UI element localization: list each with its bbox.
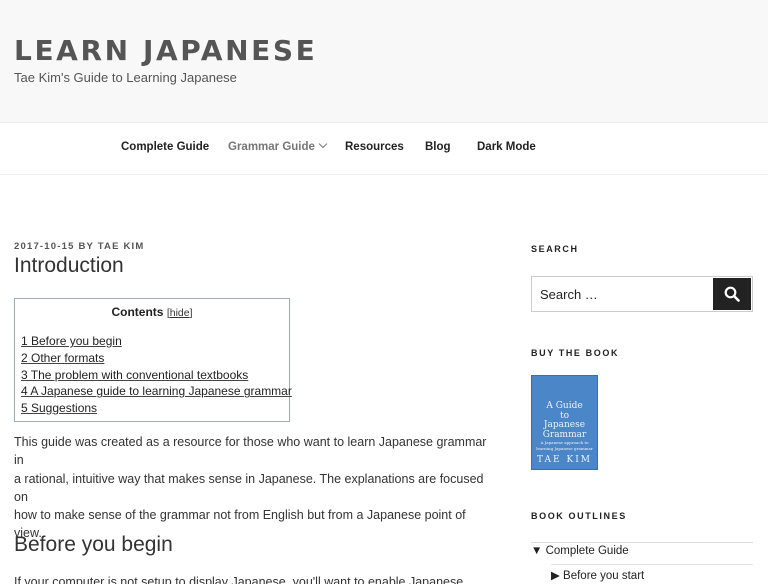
toc-list: 1 Before you begin 2 Other formats 3 The… — [21, 333, 292, 417]
outline-item-complete-guide[interactable]: ▼ Complete Guide — [531, 545, 629, 557]
toc-link-suggestions[interactable]: 5 Suggestions — [21, 401, 97, 415]
post-date[interactable]: 2017-10-15 — [14, 241, 75, 252]
site-title[interactable]: LEARN JAPANESE — [14, 34, 317, 67]
chevron-down-icon — [318, 139, 328, 149]
toc-item: 1 Before you begin — [21, 333, 292, 350]
search-form — [531, 276, 753, 312]
toc-item: 2 Other formats — [21, 350, 292, 367]
toc-link-japanese-guide[interactable]: 4 A Japanese guide to learning Japanese … — [21, 384, 292, 398]
book-cover-image[interactable]: A Guide to Japanese Grammar A Japanese a… — [531, 375, 598, 470]
toc-link-other-formats[interactable]: 2 Other formats — [21, 351, 104, 365]
nav-item-complete-guide[interactable]: Complete Guide — [121, 141, 209, 153]
book-subtitle: learning Japanese grammar — [536, 445, 593, 451]
book-outlines-widget-title: BOOK OUTLINES — [531, 511, 627, 521]
book-subtitle: A Japanese approach to — [540, 440, 589, 445]
toc-item: 5 Suggestions — [21, 400, 292, 417]
book-author: TAE KIM — [537, 455, 592, 465]
search-widget-title: SEARCH — [531, 244, 579, 254]
nav-item-dark-mode[interactable]: Dark Mode — [477, 141, 536, 153]
search-input[interactable] — [532, 277, 714, 311]
nav-item-blog[interactable]: Blog — [425, 141, 451, 153]
post-by: BY — [78, 241, 94, 252]
site-header: LEARN JAPANESE Tae Kim's Guide to Learni… — [0, 0, 768, 123]
nav-item-label: Dark Mode — [477, 141, 536, 153]
toc-header: Contents [hide] — [15, 305, 289, 319]
nav-item-label: Resources — [345, 141, 404, 153]
toc-item: 3 The problem with conventional textbook… — [21, 367, 292, 384]
book-title-line: Grammar — [542, 429, 587, 440]
outline-sublist: ▶ Before you start — [551, 564, 753, 582]
nav-item-label: Complete Guide — [121, 141, 210, 153]
main-navigation: Complete Guide Grammar Guide Resources B… — [0, 123, 768, 175]
toc-hide-link[interactable]: hide — [170, 307, 190, 319]
nav-item-label: Grammar Guide — [228, 141, 315, 153]
table-of-contents: Contents [hide] 1 Before you begin 2 Oth… — [14, 298, 292, 422]
nav-item-resources[interactable]: Resources — [345, 141, 404, 153]
post-meta: 2017-10-15 BY TAE KIM — [14, 241, 144, 252]
before-you-begin-paragraph: If your computer is not setup to display… — [14, 575, 464, 584]
toc-heading: Contents — [111, 305, 164, 319]
post-author[interactable]: TAE KIM — [98, 241, 145, 252]
intro-line: a rational, intuitive way that makes sen… — [14, 471, 484, 504]
search-button[interactable] — [713, 278, 751, 310]
buy-book-widget-title: BUY THE BOOK — [531, 348, 620, 358]
intro-line: This guide was created as a resource for… — [14, 435, 487, 468]
intro-paragraph: This guide was created as a resource for… — [14, 433, 496, 543]
nav-item-grammar-guide[interactable]: Grammar Guide — [228, 139, 328, 153]
page-title: Introduction — [14, 254, 124, 277]
toc-link-conventional-textbooks[interactable]: 3 The problem with conventional textbook… — [21, 368, 248, 382]
toc-hide-toggle[interactable]: [hide] — [167, 307, 193, 319]
site-description: Tae Kim's Guide to Learning Japanese — [14, 70, 237, 85]
book-outlines-list: ▼ Complete Guide ▶ Before you start — [531, 542, 753, 582]
toc-item: 4 A Japanese guide to learning Japanese … — [21, 383, 292, 400]
search-icon — [724, 286, 740, 302]
outline-item-before-you-start[interactable]: ▶ Before you start — [551, 568, 644, 582]
toc-link-before-you-begin[interactable]: 1 Before you begin — [21, 334, 122, 348]
nav-item-label: Blog — [425, 141, 451, 153]
section-heading-before-you-begin: Before you begin — [14, 533, 173, 556]
